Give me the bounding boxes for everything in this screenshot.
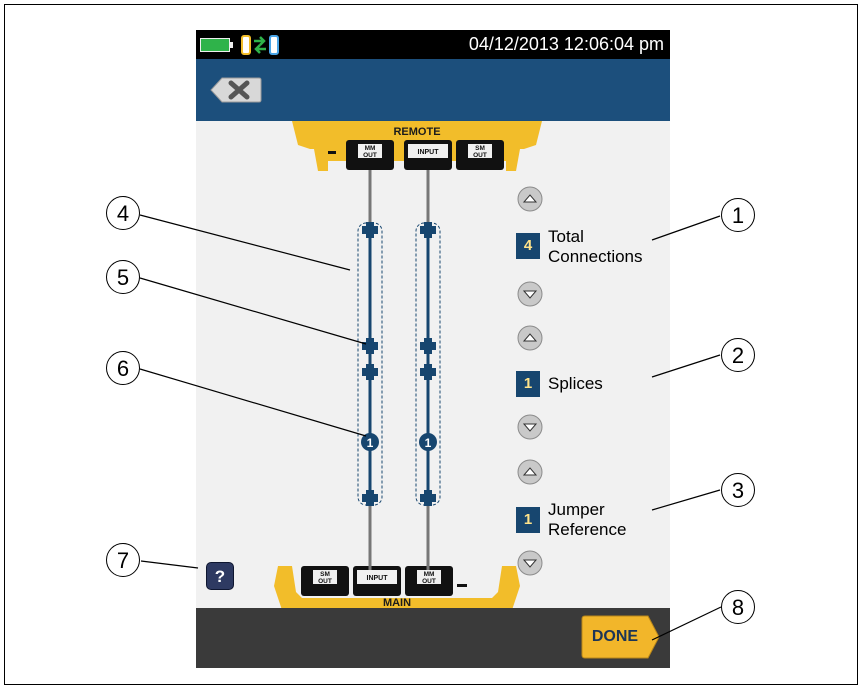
callout-5: 5 <box>106 260 140 294</box>
callout-4: 4 <box>106 196 140 230</box>
callout-8: 8 <box>721 590 755 624</box>
callout-3: 3 <box>721 473 755 507</box>
callout-2: 2 <box>721 338 755 372</box>
callout-1: 1 <box>721 198 755 232</box>
callout-7: 7 <box>106 543 140 577</box>
callout-6: 6 <box>106 351 140 385</box>
